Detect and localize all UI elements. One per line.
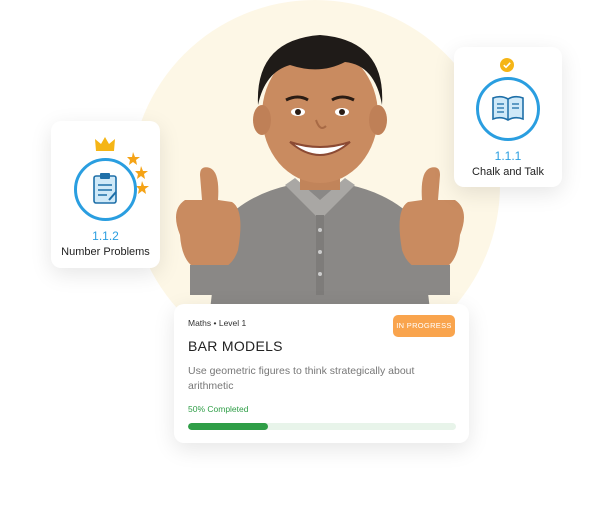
lesson-name: Number Problems — [61, 246, 150, 258]
check-badge-icon — [500, 58, 514, 72]
crown-icon — [95, 137, 115, 151]
breadcrumb: Maths • Level 1 — [188, 318, 247, 328]
lesson-card-number-problems[interactable]: 1.1.2 Number Problems — [51, 121, 160, 268]
lesson-card-chalk-and-talk[interactable]: 1.1.1 Chalk and Talk — [454, 47, 562, 187]
student-photo — [176, 35, 464, 310]
course-title: BAR MODELS — [188, 338, 283, 354]
progress-bar — [188, 423, 456, 430]
lesson-name: Chalk and Talk — [472, 166, 544, 178]
lesson-icon-ring — [74, 158, 137, 221]
course-card[interactable]: Maths • Level 1 IN PROGRESS BAR MODELS U… — [174, 304, 469, 443]
progress-fill — [188, 423, 269, 430]
open-book-icon — [492, 95, 524, 121]
clipboard-icon — [93, 173, 117, 204]
status-badge: IN PROGRESS — [393, 315, 455, 337]
course-description: Use geometric figures to think strategic… — [188, 365, 415, 392]
lesson-number: 1.1.1 — [494, 149, 522, 163]
progress-label: 50% Completed — [188, 404, 249, 414]
lesson-icon-ring — [476, 77, 540, 141]
lesson-number: 1.1.2 — [92, 229, 119, 243]
